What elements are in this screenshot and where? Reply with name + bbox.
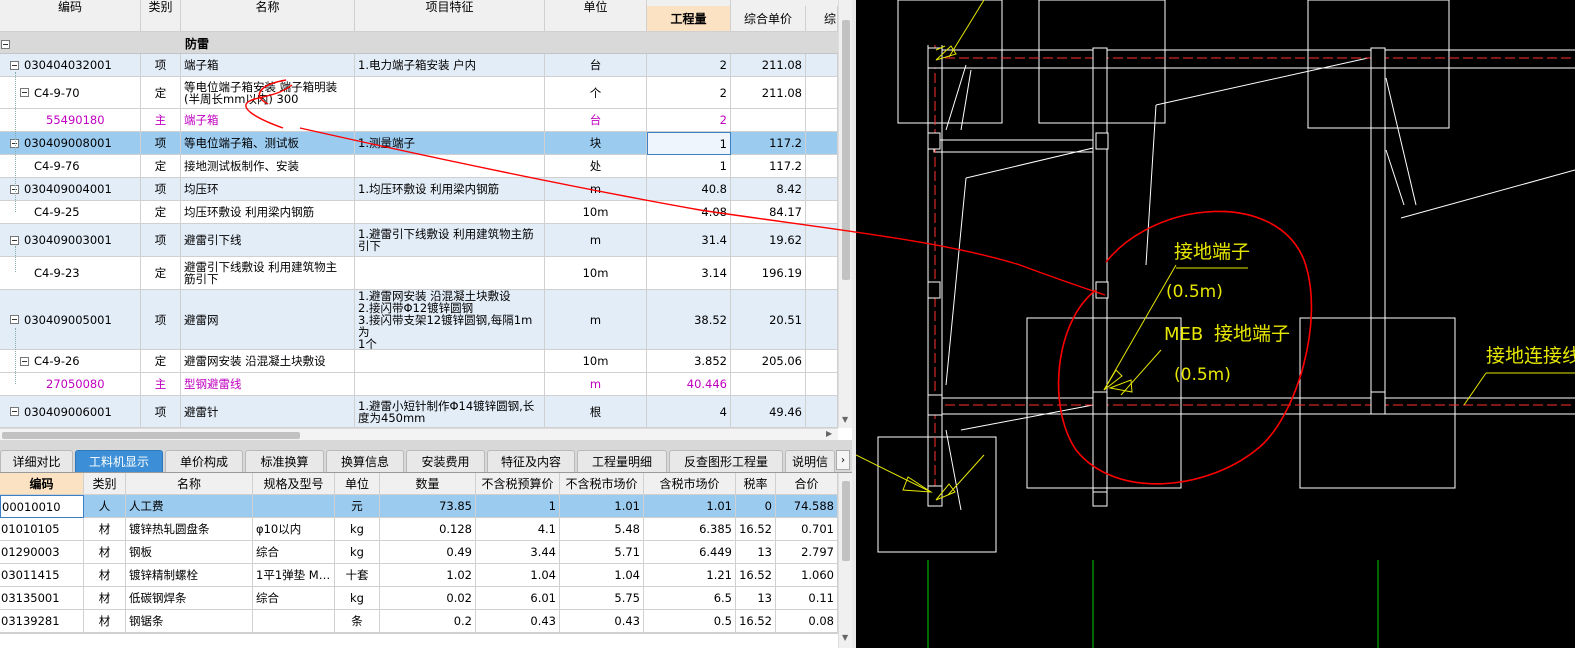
red-annotation-arrow bbox=[245, 79, 1106, 296]
red-annotation-layer bbox=[245, 79, 1106, 296]
